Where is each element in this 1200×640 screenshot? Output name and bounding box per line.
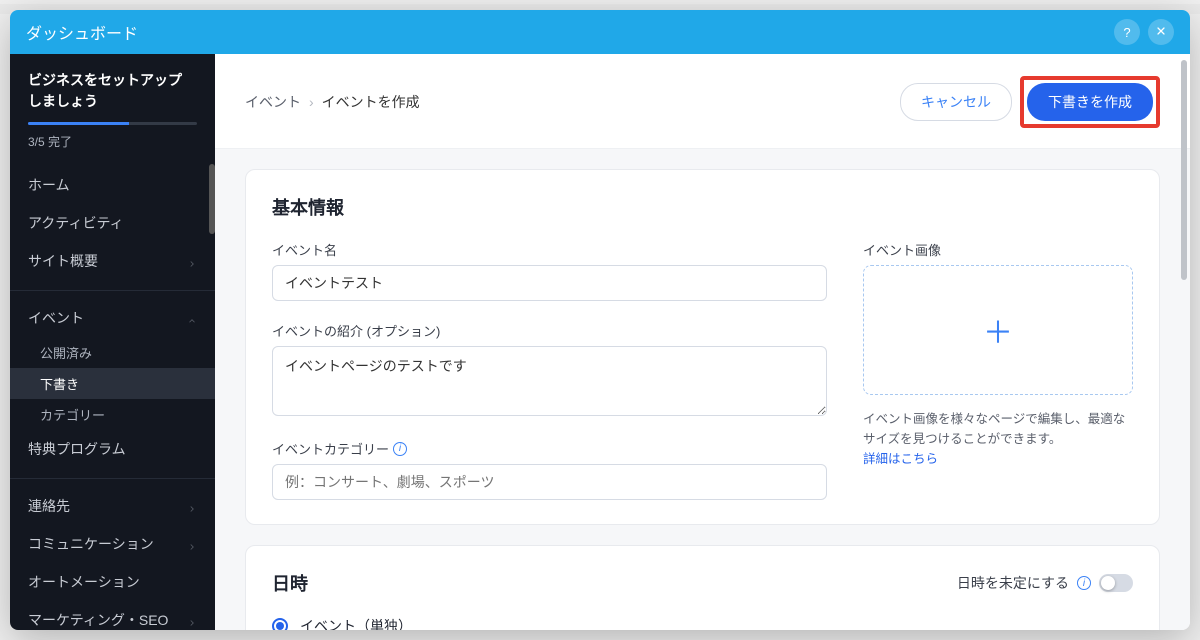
event-category-input[interactable] [272, 464, 827, 500]
event-image-dropzone[interactable]: ＋ [863, 265, 1133, 395]
event-intro-textarea[interactable] [272, 346, 827, 416]
breadcrumb-root[interactable]: イベント [245, 92, 301, 112]
datetime-card: 日時 日時を未定にする i イベント（単独） 3日間 [245, 545, 1160, 630]
event-intro-label: イベントの紹介 (オプション) [272, 321, 827, 340]
basic-info-card: 基本情報 イベント名 イベントの紹介 (オプション) [245, 169, 1160, 525]
event-type-single-radio[interactable]: イベント（単独） 3日間の会議のように、数日に渡って開催される1度のイベント。 [272, 616, 1133, 630]
image-help-link[interactable]: 詳細はこちら [863, 452, 938, 466]
chevron-up-icon [187, 313, 197, 323]
datetime-title: 日時 [272, 570, 308, 596]
help-button[interactable]: ? [1114, 19, 1140, 45]
cancel-button[interactable]: キャンセル [900, 83, 1012, 121]
chevron-right-icon [187, 615, 197, 625]
sidebar-item-events[interactable]: イベント [10, 299, 215, 337]
sidebar-item-home[interactable]: ホーム [10, 166, 215, 204]
event-name-input[interactable] [272, 265, 827, 301]
breadcrumb: イベント › イベントを作成 [245, 92, 900, 112]
chevron-right-icon [187, 539, 197, 549]
annotation-highlight: 下書きを作成 [1020, 76, 1160, 128]
tbd-label: 日時を未定にする [957, 573, 1069, 593]
main-panel: イベント › イベントを作成 キャンセル 下書きを作成 基本情報 イベ [215, 54, 1190, 630]
dashboard-overlay: ダッシュボード ? ビジネスをセットアップ しましょう 3/5 完了 [10, 10, 1190, 630]
tbd-toggle[interactable] [1099, 574, 1133, 592]
page-header: イベント › イベントを作成 キャンセル 下書きを作成 [215, 54, 1190, 149]
main-scrollbar[interactable] [1181, 60, 1187, 280]
sidebar-item-site-overview[interactable]: サイト概要 [10, 242, 215, 280]
basic-info-title: 基本情報 [272, 194, 1133, 220]
chevron-right-icon [187, 256, 197, 266]
sidebar-sub-categories[interactable]: カテゴリー [10, 399, 215, 430]
sidebar-item-contacts[interactable]: 連絡先 [10, 487, 215, 525]
create-draft-button[interactable]: 下書きを作成 [1027, 83, 1153, 121]
close-button[interactable] [1148, 19, 1174, 45]
sidebar-item-marketing-seo[interactable]: マーケティング・SEO [10, 601, 215, 630]
sidebar-item-activity[interactable]: アクティビティ [10, 204, 215, 242]
sidebar-item-rewards[interactable]: 特典プログラム [10, 430, 215, 468]
event-name-label: イベント名 [272, 240, 827, 259]
event-image-label: イベント画像 [863, 240, 1133, 259]
overlay-title: ダッシュボード [26, 20, 1106, 44]
radio-icon [272, 618, 288, 630]
setup-title: ビジネスをセットアップ しましょう [28, 70, 197, 112]
setup-progress-fill [28, 122, 129, 125]
close-icon [1155, 25, 1167, 40]
plus-icon: ＋ [983, 308, 1013, 352]
event-image-help: イベント画像を様々なページで編集し、最適なサイズを見つけることができます。 詳細… [863, 409, 1133, 469]
event-category-label: イベントカテゴリー i [272, 439, 827, 458]
sidebar-item-automation[interactable]: オートメーション [10, 563, 215, 601]
info-icon[interactable]: i [1077, 576, 1091, 590]
sidebar: ビジネスをセットアップ しましょう 3/5 完了 ホーム アクティビティ サイト… [10, 54, 215, 630]
breadcrumb-current: イベントを作成 [322, 92, 420, 112]
radio-single-title: イベント（単独） [300, 616, 677, 630]
sidebar-sub-drafts[interactable]: 下書き [10, 368, 215, 399]
setup-progress-bar [28, 122, 197, 125]
chevron-right-icon [187, 501, 197, 511]
setup-progress-block[interactable]: ビジネスをセットアップ しましょう 3/5 完了 [10, 54, 215, 160]
overlay-titlebar: ダッシュボード ? [10, 10, 1190, 54]
info-icon[interactable]: i [393, 442, 407, 456]
setup-progress-text: 3/5 完了 [28, 133, 197, 150]
sidebar-item-communication[interactable]: コミュニケーション [10, 525, 215, 563]
sidebar-sub-published[interactable]: 公開済み [10, 337, 215, 368]
chevron-right-icon: › [309, 94, 314, 110]
